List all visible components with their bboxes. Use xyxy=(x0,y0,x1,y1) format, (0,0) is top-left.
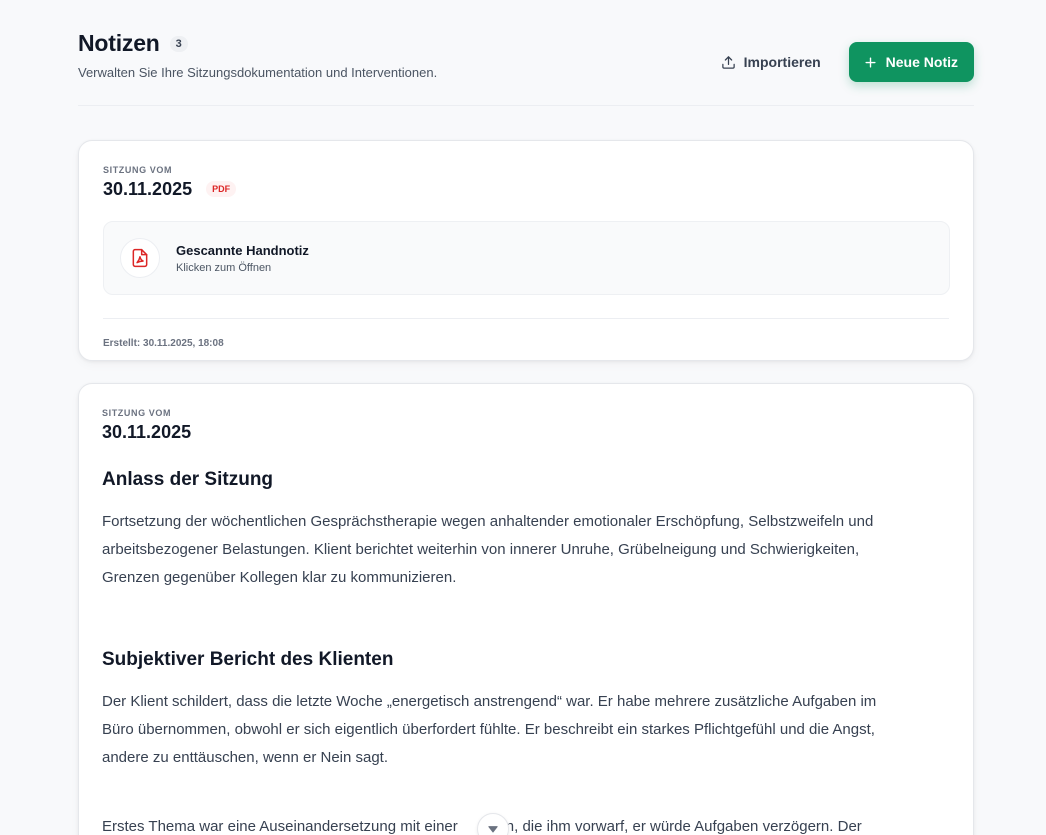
new-note-button-label: Neue Notiz xyxy=(885,54,958,70)
import-button-label: Importieren xyxy=(743,54,821,70)
notes-count-badge: 3 xyxy=(169,35,188,52)
scanned-file-link[interactable]: Gescannte Handnotiz Klicken zum Öffnen xyxy=(103,221,950,295)
section-paragraph: Fortsetzung der wöchentlichen Gesprächst… xyxy=(102,508,962,592)
paragraph-line: Fortsetzung der wöchentlichen Gesprächst… xyxy=(102,513,874,530)
note-header: SITZUNG VOM 30.11.2025 PDF xyxy=(103,165,237,200)
header-actions: Importieren Neue Notiz xyxy=(721,42,974,82)
created-timestamp: Erstellt: 30.11.2025, 18:08 xyxy=(103,338,224,349)
import-button[interactable]: Importieren xyxy=(721,54,821,70)
section-paragraph: Der Klient schildert, dass die letzte Wo… xyxy=(102,688,962,772)
pdf-badge: PDF xyxy=(206,180,237,197)
session-date: 30.11.2025 xyxy=(103,179,193,199)
upload-icon xyxy=(721,55,735,69)
paragraph-line: arbeitsbezogener Belastungen. Klient ber… xyxy=(102,541,860,558)
section-paragraph: Erstes Thema war eine Auseinandersetzung… xyxy=(102,813,962,835)
page-title: Notizen xyxy=(78,30,160,56)
paragraph-text: Erstes Thema war eine Auseinandersetzung… xyxy=(102,818,458,835)
plus-icon xyxy=(865,56,876,68)
session-label: SITZUNG VOM xyxy=(103,165,173,175)
paragraph-line: Grenzen gegenüber Kollegen klar zu kommu… xyxy=(102,569,457,586)
file-subtitle: Klicken zum Öffnen xyxy=(176,261,272,274)
note-card-text[interactable]: SITZUNG VOM 30.11.2025 Anlass der Sitzun… xyxy=(78,383,974,835)
session-date: 30.11.2025 xyxy=(102,422,192,442)
pdf-file-icon xyxy=(132,248,148,268)
session-label: SITZUNG VOM xyxy=(102,408,172,418)
pdf-file-icon-wrapper xyxy=(120,238,160,278)
chevron-down-icon xyxy=(488,826,498,833)
paragraph-line: Der Klient schildert, dass die letzte Wo… xyxy=(102,693,877,710)
page-header: Notizen 3 Verwalten Sie Ihre Sitzungsdok… xyxy=(78,30,974,106)
paragraph-line: andere zu enttäuschen, wenn er Nein sagt… xyxy=(102,749,389,766)
paragraph-line: Büro übernommen, obwohl er sich eigentli… xyxy=(102,721,875,738)
section-heading: Anlass der Sitzung xyxy=(102,469,274,490)
note-card-pdf[interactable]: SITZUNG VOM 30.11.2025 PDF Gescannte Han… xyxy=(78,140,974,361)
file-title: Gescannte Handnotiz xyxy=(176,242,309,258)
note-header: SITZUNG VOM 30.11.2025 xyxy=(102,408,191,443)
new-note-button[interactable]: Neue Notiz xyxy=(848,42,974,82)
section-heading: Subjektiver Bericht des Klienten xyxy=(102,649,394,670)
paragraph-text: egin, die ihm vorwarf, er würde Aufgaben… xyxy=(485,818,862,835)
card-divider xyxy=(103,318,949,319)
